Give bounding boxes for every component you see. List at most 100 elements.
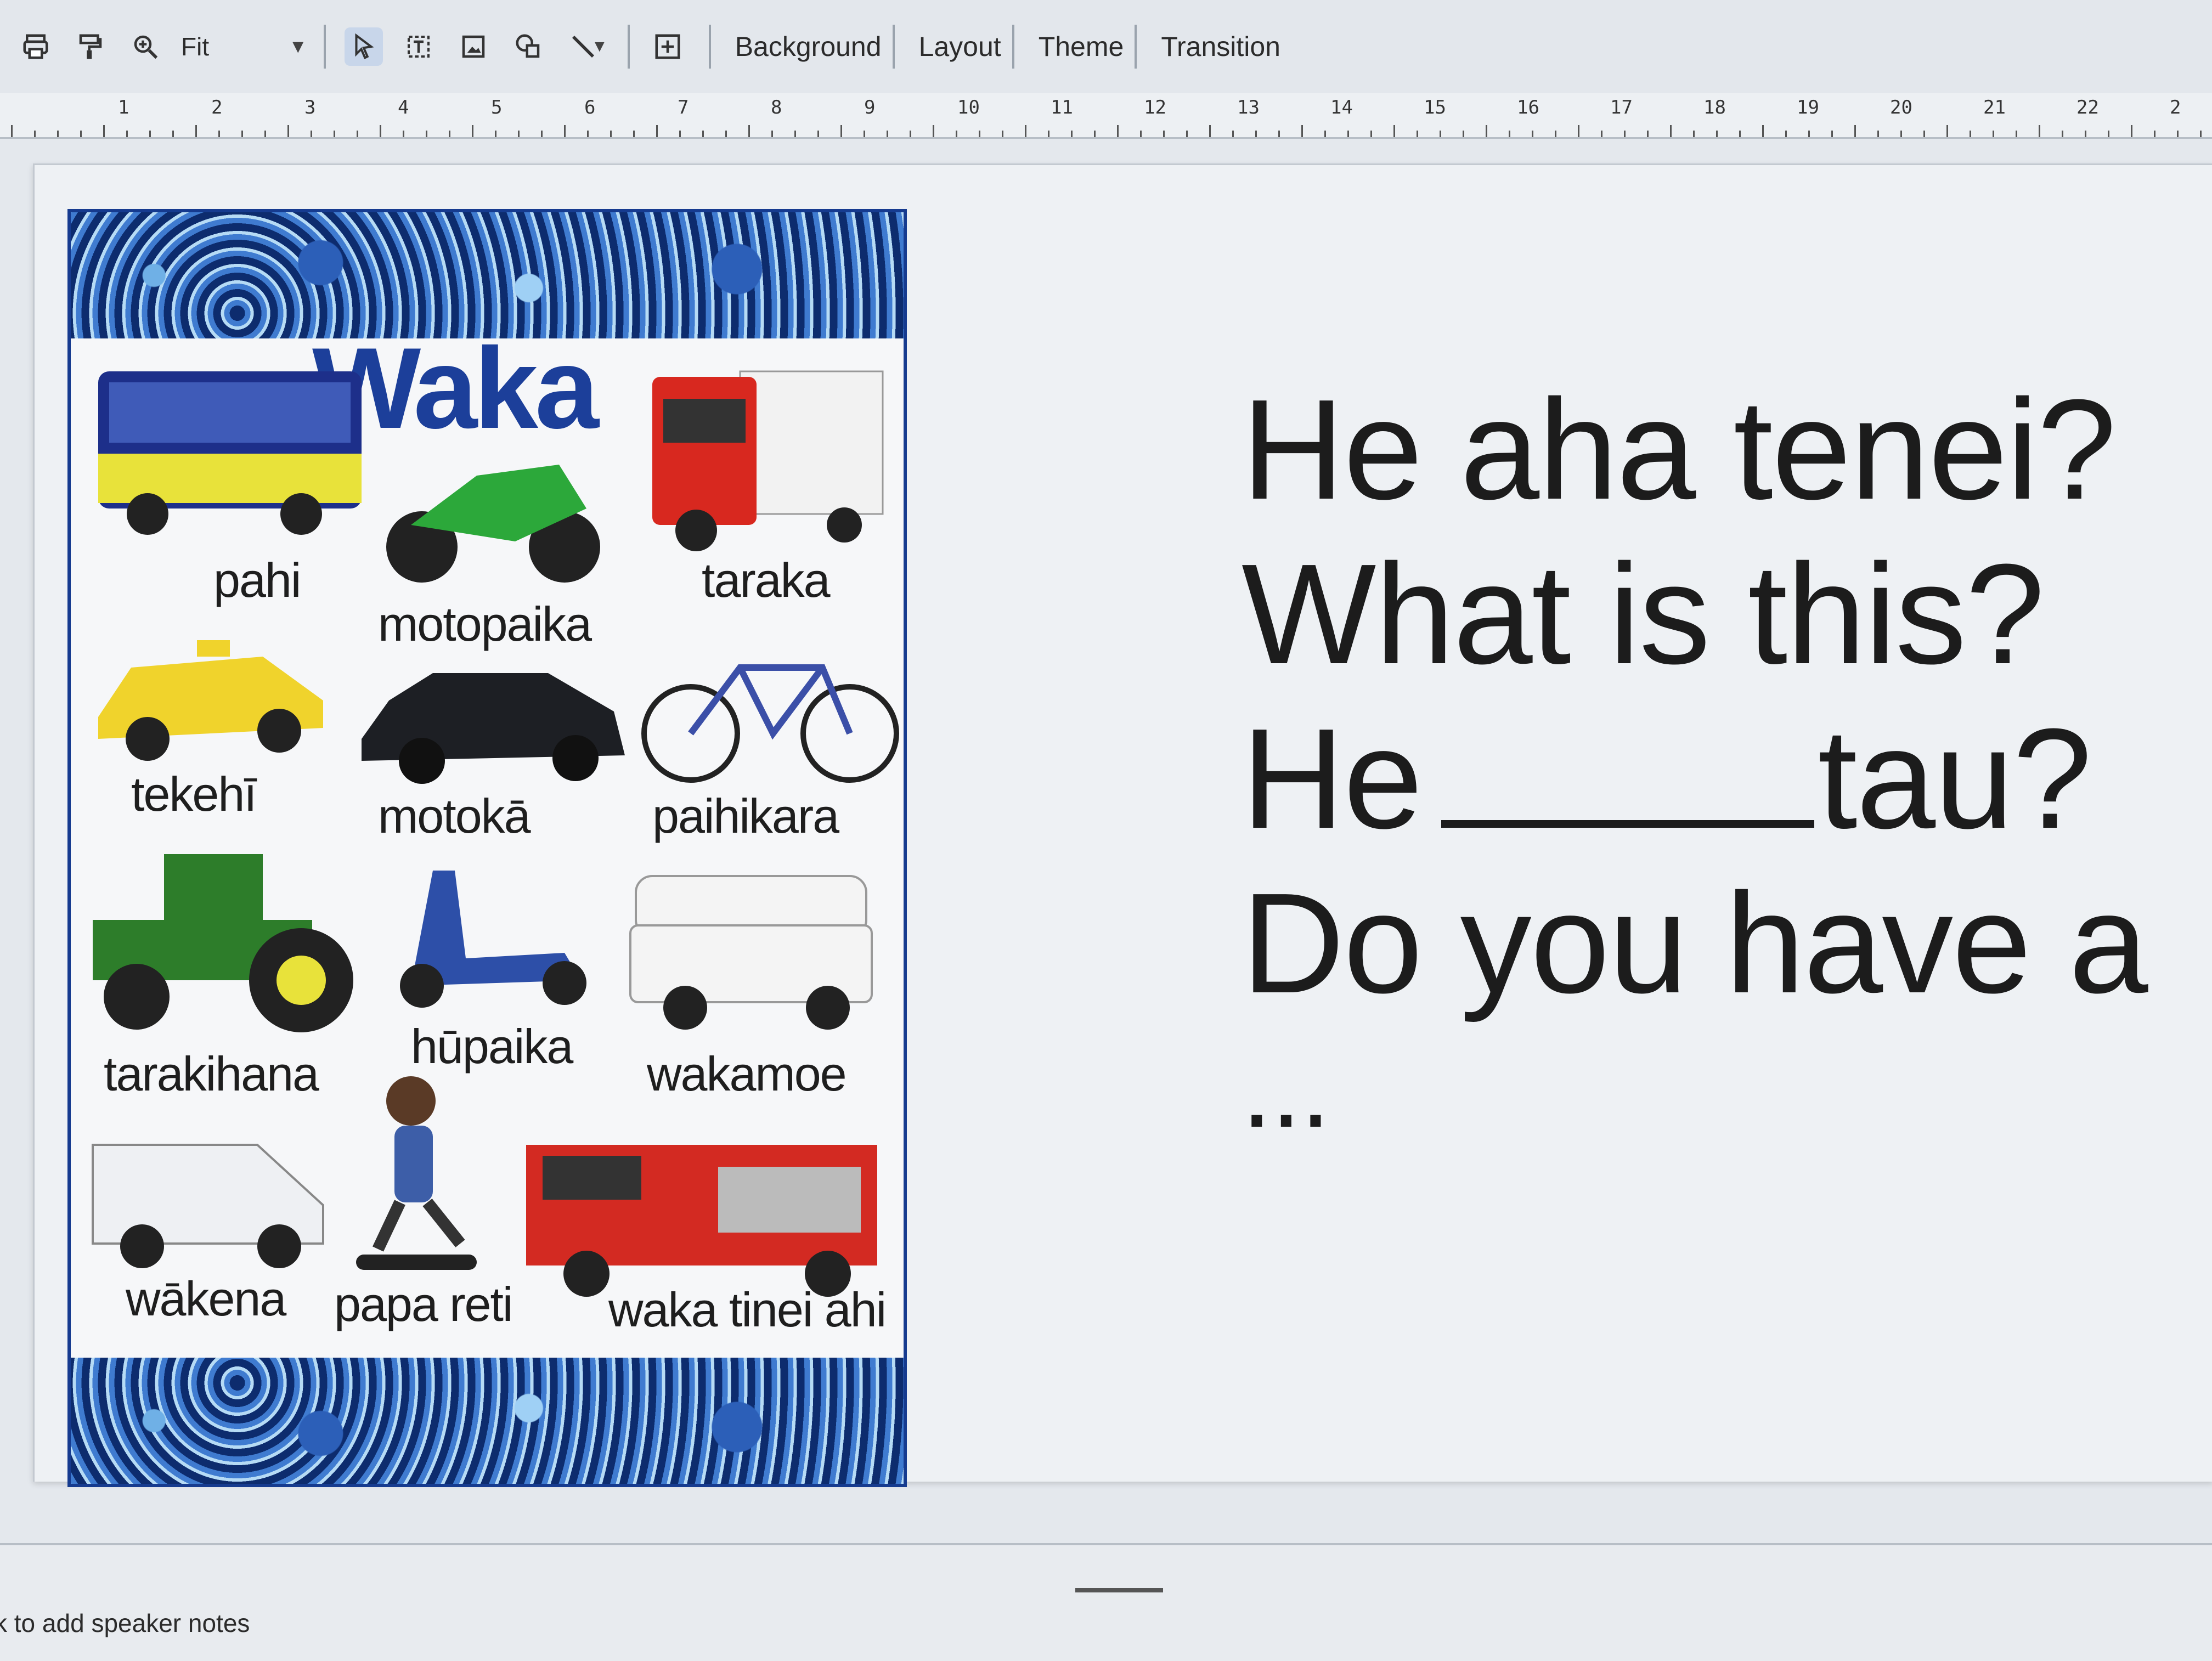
ruler-number: 7 <box>678 97 689 118</box>
ruler-tick <box>126 131 128 137</box>
campervan-icon <box>629 875 873 1030</box>
vehicle-label: paihikara <box>652 789 839 843</box>
ruler-tick <box>1209 125 1211 137</box>
ruler-tick <box>1993 131 1994 137</box>
ruler-tick <box>610 131 612 137</box>
ruler-tick <box>357 131 358 137</box>
decorative-border-bottom <box>71 1358 904 1484</box>
ruler-tick <box>11 125 13 137</box>
vehicle-label: motopaika <box>378 597 592 651</box>
ruler-tick <box>80 131 82 137</box>
question-line-5[interactable]: ... <box>1242 1026 1331 1152</box>
ruler-tick <box>1900 131 1902 137</box>
select-cursor-icon[interactable] <box>345 27 383 66</box>
car-icon <box>362 673 625 784</box>
ruler-tick <box>1739 131 1741 137</box>
question-line-3-end: tau? <box>1818 699 2092 858</box>
ruler-number: 11 <box>1051 97 1073 118</box>
vehicle-label: wakamoe <box>647 1047 847 1101</box>
question-line-4[interactable]: Do you have a <box>1242 862 2148 1026</box>
ruler-tick <box>679 131 681 137</box>
ruler-tick <box>1877 131 1879 137</box>
ruler-tick <box>1670 125 1672 137</box>
toolbar-divider <box>892 25 895 69</box>
ruler-tick <box>1532 131 1533 137</box>
ruler-tick <box>2177 131 2179 137</box>
ruler-number: 12 <box>1144 97 1166 118</box>
ruler-tick <box>1117 125 1119 137</box>
image-icon[interactable] <box>454 27 493 66</box>
ruler-tick <box>1486 125 1487 137</box>
text-box-icon[interactable] <box>399 27 438 66</box>
vehicle-label: taraka <box>702 553 831 607</box>
toolbar-divider <box>708 25 711 69</box>
resize-handle[interactable] <box>1075 1588 1163 1592</box>
vehicle-label: papa reti <box>334 1277 513 1331</box>
ruler-tick <box>794 131 796 137</box>
van-icon <box>92 1144 324 1268</box>
ruler-tick <box>725 131 727 137</box>
ruler-number: 21 <box>1983 97 2006 118</box>
slide[interactable]: Waka pahi motopaika taraka tekehī motokā… <box>33 163 2212 1487</box>
taxi-icon <box>98 640 323 761</box>
ruler-number: 3 <box>304 97 316 118</box>
horizontal-ruler[interactable]: 1 2 3 4 5 6 7 8 9 10 11 12 13 14 15 16 17 18 19 20 21 22 2 <box>0 93 2212 139</box>
tractor-icon <box>93 854 353 1032</box>
ruler-tick <box>449 131 450 137</box>
paint-format-icon[interactable] <box>71 27 110 66</box>
ruler-tick <box>2200 131 2202 137</box>
question-line-2[interactable]: What is this? <box>1242 533 2045 697</box>
background-button[interactable]: Background <box>730 31 887 63</box>
ruler-tick <box>1923 131 1925 137</box>
ruler-tick <box>887 131 888 137</box>
ruler-number: 16 <box>1517 97 1539 118</box>
chevron-down-icon[interactable]: ▼ <box>591 37 608 56</box>
ruler-tick <box>1163 131 1165 137</box>
ruler-tick <box>218 131 220 137</box>
ruler-tick <box>195 125 197 137</box>
ruler-tick <box>1555 131 1556 137</box>
theme-button[interactable]: Theme <box>1033 31 1130 63</box>
ruler-tick <box>1324 131 1326 137</box>
waka-poster-image[interactable]: Waka pahi motopaika taraka tekehī motokā… <box>67 209 907 1487</box>
ruler-tick <box>1693 131 1695 137</box>
question-line-3[interactable]: He tau? <box>1242 697 2092 861</box>
print-icon[interactable] <box>16 27 55 66</box>
add-comment-icon[interactable] <box>648 27 687 66</box>
ruler-number: 14 <box>1330 97 1353 118</box>
ruler-tick <box>2131 125 2132 137</box>
speaker-notes-placeholder[interactable]: k to add speaker notes <box>0 1608 250 1638</box>
zoom-icon[interactable] <box>126 27 165 66</box>
ruler-tick <box>633 131 635 137</box>
vehicle-label: motokā <box>378 789 531 843</box>
ruler-tick <box>1946 125 1948 137</box>
ruler-number: 22 <box>2076 97 2099 118</box>
transition-button[interactable]: Transition <box>1155 31 1286 63</box>
zoom-select[interactable]: Fit ▼ <box>181 32 307 61</box>
ruler-tick <box>2154 131 2155 137</box>
ruler-number: 13 <box>1237 97 1260 118</box>
ruler-tick <box>656 125 658 137</box>
ruler-tick <box>1578 125 1579 137</box>
decorative-border-top <box>71 212 904 338</box>
ruler-tick <box>264 131 266 137</box>
ruler-number: 9 <box>864 97 876 118</box>
ruler-tick <box>748 125 750 137</box>
ruler-tick <box>956 131 957 137</box>
speaker-notes-panel[interactable]: k to add speaker notes <box>0 1543 2212 1661</box>
ruler-tick <box>1831 131 1833 137</box>
ruler-number: 15 <box>1424 97 1446 118</box>
ruler-tick <box>2039 125 2040 137</box>
question-line-1[interactable]: He aha tenei? <box>1242 368 2117 532</box>
ruler-tick <box>1647 131 1649 137</box>
ruler-tick <box>1440 131 1441 137</box>
layout-button[interactable]: Layout <box>913 31 1007 63</box>
ruler-number: 1 <box>118 97 129 118</box>
toolbar: Fit ▼ ▼ Background Layout Theme Transiti… <box>0 0 2212 93</box>
ruler-tick <box>1463 131 1464 137</box>
ruler-tick <box>495 131 496 137</box>
shape-icon[interactable] <box>509 27 548 66</box>
ruler-number: 19 <box>1797 97 1819 118</box>
ruler-number: 6 <box>584 97 596 118</box>
ruler-tick <box>1370 131 1372 137</box>
